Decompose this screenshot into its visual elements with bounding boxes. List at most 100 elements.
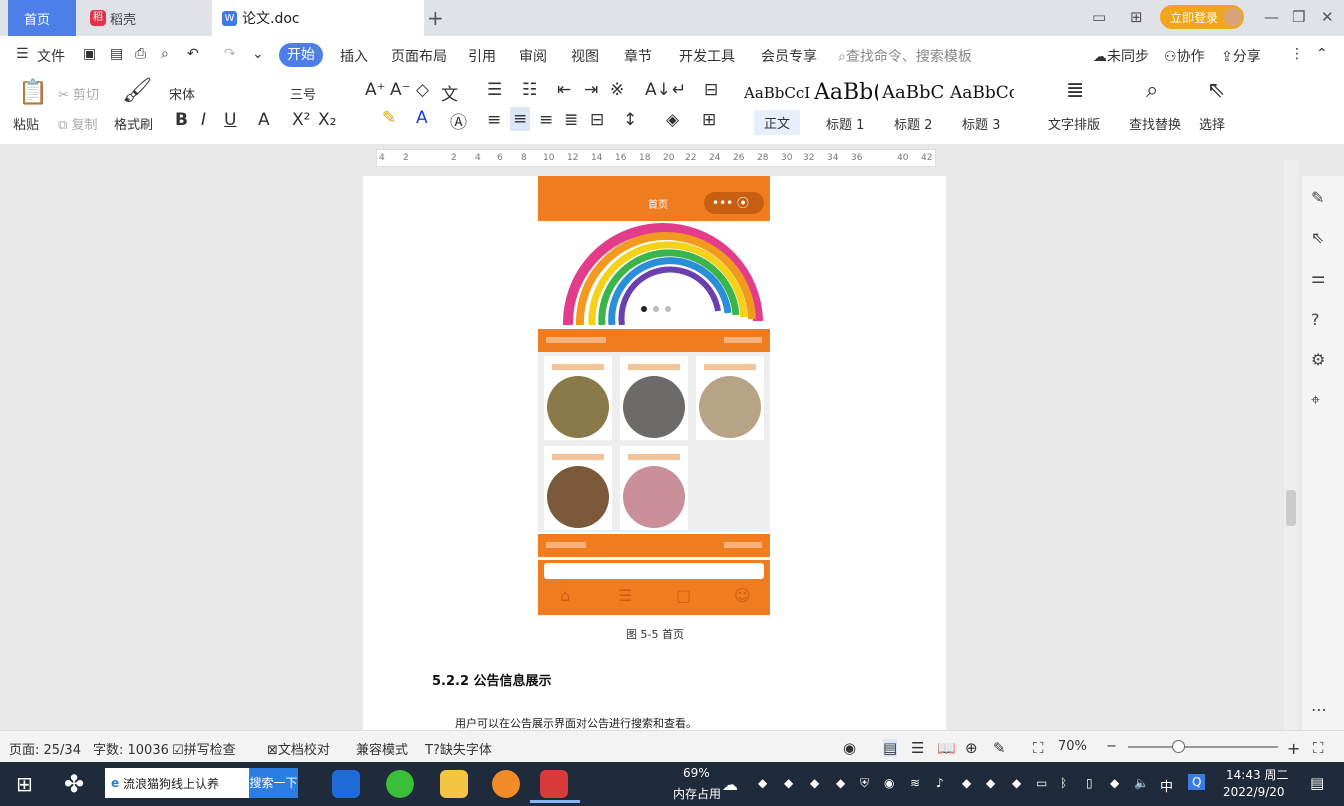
share-button[interactable]: ⇪分享 (1221, 46, 1261, 66)
command-search[interactable]: ⌕查找命令、搜索模板 (838, 46, 972, 66)
wifi-icon[interactable]: ≋ (910, 776, 920, 790)
style-normal-label[interactable]: 正文 (754, 110, 800, 135)
size-select[interactable]: 三号 (290, 84, 316, 103)
pinyin-icon[interactable]: 文 (441, 80, 458, 105)
qq-icon[interactable]: ◆ (1012, 776, 1021, 790)
shield-icon[interactable]: ⛨ (860, 776, 869, 791)
show-marks-icon[interactable]: ↵ (672, 80, 686, 100)
tab-home[interactable]: 首页 (8, 0, 76, 36)
distribute-icon[interactable]: ⊟ (590, 110, 604, 130)
align-right-icon[interactable]: ≡ (539, 110, 553, 130)
doc-proof[interactable]: ⊠文档校对 (267, 739, 330, 758)
web-view-icon[interactable]: ⊕ (965, 739, 978, 757)
save-icon[interactable]: ▣ (83, 46, 96, 62)
zoom-in-icon[interactable]: + (1287, 739, 1300, 758)
pen-icon[interactable]: ✎ (1311, 188, 1324, 207)
location-icon[interactable]: ⌖ (1311, 390, 1320, 410)
close-icon[interactable]: ✕ (1321, 8, 1334, 26)
redo-icon[interactable]: ↷ (224, 46, 236, 62)
shading-icon[interactable]: ◈ (666, 110, 679, 130)
tray-app-icon[interactable]: ◆ (962, 776, 971, 790)
usb-icon[interactable]: ▯ (1086, 776, 1093, 790)
style-heading3[interactable]: AaBbCc (950, 83, 1014, 103)
scroll-thumb[interactable] (1286, 490, 1296, 526)
page-count[interactable]: 页面: 25/34 (9, 739, 81, 758)
menu-dev-tools[interactable]: 开发工具 (679, 46, 735, 66)
menu-member[interactable]: 会员专享 (761, 46, 817, 66)
horizontal-ruler[interactable]: 4 2 2 4 6 8 10 12 14 16 18 20 22 24 26 2… (376, 149, 936, 167)
style-heading2[interactable]: AaBbC (882, 82, 944, 103)
new-tab-button[interactable]: + (427, 6, 444, 30)
hamburger-icon[interactable]: ☰ (16, 46, 29, 62)
taskbar-search-button[interactable]: 搜索一下 (249, 768, 298, 798)
read-view-icon[interactable]: 📖 (937, 739, 956, 757)
sync-button[interactable]: ☁未同步 (1093, 46, 1149, 66)
line-spacing-icon[interactable]: ↕ (623, 110, 637, 130)
pinwheel-icon[interactable]: ✤ (64, 770, 84, 798)
fullscreen-icon[interactable]: ⛶ (1313, 739, 1324, 757)
tab-docer[interactable]: 稻稻壳 (80, 0, 210, 36)
style-heading1-label[interactable]: 标题 1 (826, 114, 864, 133)
tray-app-icon[interactable]: ◆ (836, 776, 845, 790)
sort-icon[interactable]: A↓ (645, 80, 671, 100)
bell-icon[interactable]: ♪ (936, 776, 944, 790)
char-border-icon[interactable]: Ⓐ (450, 108, 467, 133)
sliders-icon[interactable]: ⚌ (1311, 268, 1325, 287)
format-painter-button[interactable]: 格式刷 (114, 114, 153, 133)
layout-icon[interactable]: ▭ (1092, 8, 1106, 26)
zoom-slider[interactable] (1128, 746, 1278, 748)
taskbar-search[interactable]: e 流浪猫狗线上认养 (105, 768, 250, 798)
align-center-icon[interactable]: ≡ (510, 107, 531, 131)
tray-app-icon[interactable]: ◆ (810, 776, 819, 790)
spell-check[interactable]: ☑拼写检查 (172, 739, 236, 758)
numbering-icon[interactable]: ☷ (522, 80, 537, 100)
tray-app-icon[interactable]: ◆ (1110, 776, 1119, 790)
borders-icon[interactable]: ⊞ (702, 110, 716, 130)
page-view-icon[interactable]: ▤ (883, 739, 898, 757)
underline-icon[interactable]: U (224, 110, 236, 130)
menu-page-layout[interactable]: 页面布局 (391, 46, 447, 66)
restore-icon[interactable]: ❐ (1292, 8, 1305, 26)
fit-page-icon[interactable]: ⛶ (1033, 739, 1044, 757)
minimize-icon[interactable]: — (1264, 8, 1279, 26)
folder-icon[interactable] (440, 770, 468, 798)
cut-button[interactable]: ✂ 剪切 (58, 84, 99, 103)
copy-button[interactable]: ⧉ 复制 (58, 114, 97, 133)
collapse-ribbon-icon[interactable]: ⌃ (1316, 46, 1328, 62)
export-icon[interactable]: ▤ (110, 46, 123, 62)
menu-references[interactable]: 引用 (468, 46, 496, 66)
shrink-font-icon[interactable]: A⁻ (390, 80, 411, 100)
style-heading3-label[interactable]: 标题 3 (962, 114, 1000, 133)
clear-format-icon[interactable]: ◇ (416, 80, 429, 100)
style-heading2-label[interactable]: 标题 2 (894, 114, 932, 133)
grow-font-icon[interactable]: A⁺ (365, 80, 386, 100)
wps-icon[interactable] (540, 770, 568, 798)
vertical-scrollbar[interactable] (1284, 160, 1298, 730)
volume-icon[interactable]: 🔈 (1134, 776, 1149, 790)
collab-button[interactable]: ⚇协作 (1164, 46, 1205, 66)
write-view-icon[interactable]: ✎ (993, 739, 1006, 757)
windows-start-icon[interactable]: ⊞ (16, 772, 33, 796)
undo-icon[interactable]: ↶ (187, 46, 199, 62)
tab-document[interactable]: W 论文.doc (212, 0, 424, 36)
bluetooth-icon[interactable]: ᛒ (1060, 776, 1067, 790)
superscript-icon[interactable]: X² (292, 110, 310, 130)
zoom-slider-thumb[interactable] (1172, 740, 1185, 753)
apps-grid-icon[interactable]: ⊞ (1130, 8, 1143, 26)
chinese-layout-icon[interactable]: ※ (610, 80, 624, 100)
eye-icon[interactable]: ◉ (843, 739, 856, 757)
menu-insert[interactable]: 插入 (340, 46, 368, 66)
ime-indicator[interactable]: 中 (1160, 776, 1173, 795)
font-color-icon[interactable]: A (416, 108, 428, 128)
word-count[interactable]: 字数: 10036 (93, 739, 169, 758)
menu-view[interactable]: 视图 (571, 46, 599, 66)
menu-start[interactable]: 开始 (279, 43, 323, 67)
bullets-icon[interactable]: ☰ (487, 80, 502, 100)
highlight-icon[interactable]: ✎ (382, 108, 396, 128)
input-method-icon[interactable]: Q (1188, 774, 1206, 790)
menu-chapter[interactable]: 章节 (624, 46, 652, 66)
more-icon[interactable]: ⋮ (1290, 46, 1304, 62)
print-icon[interactable]: ⎙ (135, 46, 146, 62)
clock-date[interactable]: 2022/9/20 (1223, 785, 1285, 799)
help-icon[interactable]: ? (1311, 310, 1320, 329)
